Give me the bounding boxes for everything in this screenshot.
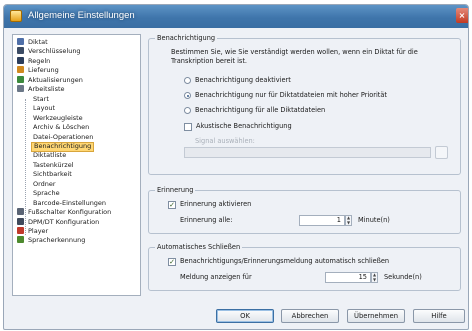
rules-icon bbox=[17, 56, 24, 64]
tree-item-label: DPM/DT Konfiguration bbox=[28, 217, 100, 226]
tree-item-label: Diktatliste bbox=[33, 151, 67, 160]
help-button[interactable]: Hilfe bbox=[413, 309, 465, 323]
tree-item[interactable]: Spracherkennung bbox=[17, 236, 85, 245]
autoclose-duration-unit: Sekunde(n) bbox=[384, 273, 422, 281]
tree-item-label: Fußschalter Konfiguration bbox=[28, 208, 112, 217]
tree-item[interactable]: Arbeitsliste bbox=[17, 85, 65, 94]
tree-item[interactable]: DPM/DT Konfiguration bbox=[17, 217, 100, 227]
reminder-interval-input[interactable]: 1 bbox=[299, 215, 345, 226]
tree-item-label: Ordner bbox=[33, 179, 56, 188]
autoclose-duration-spinner[interactable]: ▲ ▼ bbox=[371, 272, 378, 283]
delivery-icon bbox=[17, 66, 24, 74]
dictation-icon bbox=[17, 38, 24, 45]
tree-item[interactable]: Ordner bbox=[33, 180, 56, 189]
title-bar[interactable]: Allgemeine Einstellungen × bbox=[4, 5, 468, 28]
reminder-enable-label: Erinnerung aktivieren bbox=[180, 200, 252, 208]
device-icon bbox=[17, 217, 24, 225]
tree-item[interactable]: Player bbox=[17, 227, 48, 236]
notification-intro-line1: Bestimmen Sie, wie Sie verständigt werde… bbox=[171, 48, 418, 56]
tree-item[interactable]: Start bbox=[33, 95, 49, 104]
tree-item-label: Sichtbarkeit bbox=[33, 170, 72, 179]
tree-item-label: Tastenkürzel bbox=[33, 160, 74, 169]
settings-panel: Benachrichtigung Bestimmen Sie, wie Sie … bbox=[148, 34, 463, 316]
settings-dialog: Allgemeine Einstellungen × Diktat Verschl… bbox=[3, 4, 469, 330]
tree-item[interactable]: Layout bbox=[33, 104, 55, 113]
acoustic-notification-checkbox[interactable] bbox=[184, 123, 192, 131]
tree-item-label: Player bbox=[28, 227, 49, 235]
app-icon bbox=[10, 10, 22, 22]
autoclose-duration-label: Meldung anzeigen für bbox=[180, 273, 252, 281]
reminder-interval-spinner[interactable]: ▲ ▼ bbox=[345, 215, 352, 226]
tree-item-label: Archiv & Löschen bbox=[33, 123, 90, 132]
option-all-label: Benachrichtigung für alle Diktatdateien bbox=[195, 106, 326, 114]
tree-item[interactable]: Sprache bbox=[33, 189, 60, 198]
autoclose-enable-checkbox[interactable]: ✓ bbox=[168, 258, 176, 266]
reminder-group-title: Erinnerung bbox=[155, 186, 196, 195]
reminder-interval-label: Erinnerung alle: bbox=[180, 216, 233, 224]
radio-notification-disabled[interactable] bbox=[184, 77, 191, 84]
settings-tree[interactable]: Diktat Verschlüsselung Regeln Lieferung Aktu… bbox=[12, 34, 141, 296]
reminder-group: Erinnerung ✓ Erinnerung aktivieren Erinn… bbox=[148, 186, 461, 234]
tree-item-label: Regeln bbox=[28, 56, 51, 65]
cancel-button[interactable]: Abbrechen bbox=[281, 309, 339, 323]
tree-item[interactable]: Archiv & Löschen bbox=[33, 123, 89, 132]
option-disabled-label: Benachrichtigung deaktiviert bbox=[195, 76, 291, 84]
notification-intro-line2: Transkription bereit ist. bbox=[171, 57, 248, 65]
tree-item[interactable]: Datei-Operationen bbox=[33, 133, 93, 142]
tree-item-label: Werkzeugleiste bbox=[33, 113, 83, 122]
tree-item[interactable]: Barcode-Einstellungen bbox=[33, 199, 106, 208]
tree-item[interactable]: Diktat bbox=[17, 38, 48, 47]
close-button[interactable]: × bbox=[456, 8, 468, 23]
worklist-icon bbox=[17, 85, 24, 93]
window-title: Allgemeine Einstellungen bbox=[28, 10, 135, 21]
signal-select-field[interactable] bbox=[184, 147, 431, 158]
player-icon bbox=[17, 227, 24, 234]
tree-item[interactable]: Regeln bbox=[17, 56, 51, 66]
signal-browse-button[interactable] bbox=[435, 146, 448, 159]
tree-item-label: Verschlüsselung bbox=[28, 47, 81, 56]
tree-item-label: Datei-Operationen bbox=[33, 132, 94, 141]
lock-icon bbox=[17, 47, 24, 55]
tree-item-label: Spracherkennung bbox=[28, 236, 86, 245]
speech-icon bbox=[17, 236, 24, 244]
signal-select-label: Signal auswählen: bbox=[195, 137, 255, 145]
autoclose-group-title: Automatisches Schließen bbox=[155, 243, 243, 252]
tree-item-label: Diktat bbox=[28, 38, 48, 46]
radio-notification-all[interactable] bbox=[184, 107, 191, 114]
tree-item[interactable]: Tastenkürzel bbox=[33, 161, 74, 170]
tree-item-label: Sprache bbox=[33, 189, 60, 198]
option-high-priority-label: Benachrichtigung nur für Diktatdateien m… bbox=[195, 91, 388, 99]
update-icon bbox=[17, 75, 24, 83]
tree-item-label: Aktualisierungen bbox=[28, 75, 83, 84]
reminder-interval-unit: Minute(n) bbox=[358, 216, 390, 224]
tree-item[interactable]: Sichtbarkeit bbox=[33, 170, 72, 179]
tree-item-label: Start bbox=[33, 94, 49, 103]
tree-item-label: Lieferung bbox=[28, 66, 59, 75]
footswitch-icon bbox=[17, 208, 24, 216]
tree-item[interactable]: Aktualisierungen bbox=[17, 75, 83, 85]
tree-item[interactable]: Verschlüsselung bbox=[17, 47, 81, 56]
apply-button[interactable]: Übernehmen bbox=[347, 309, 405, 323]
tree-item-label: Benachrichtigung bbox=[34, 141, 92, 150]
tree-item-label: Barcode-Einstellungen bbox=[33, 198, 107, 207]
tree-item[interactable]: Lieferung bbox=[17, 66, 59, 75]
dialog-body: Diktat Verschlüsselung Regeln Lieferung Aktu… bbox=[4, 28, 468, 329]
tree-item-label: Layout bbox=[33, 104, 56, 113]
tree-item-label: Arbeitsliste bbox=[28, 85, 65, 94]
notification-group-title: Benachrichtigung bbox=[155, 34, 218, 43]
tree-item[interactable]: Diktatliste bbox=[33, 151, 66, 160]
reminder-enable-checkbox[interactable]: ✓ bbox=[168, 201, 176, 209]
autoclose-enable-label: Benachrichtigungs/Erinnerungsmeldung aut… bbox=[180, 257, 390, 265]
acoustic-notification-label: Akustische Benachrichtigung bbox=[196, 122, 292, 130]
autoclose-duration-input[interactable]: 15 bbox=[325, 272, 371, 283]
radio-notification-high-priority[interactable] bbox=[184, 92, 191, 99]
tree-item[interactable]: Werkzeugleiste bbox=[33, 114, 83, 123]
ok-button[interactable]: OK bbox=[216, 309, 274, 323]
notification-group: Benachrichtigung Bestimmen Sie, wie Sie … bbox=[148, 34, 461, 175]
tree-item[interactable]: Fußschalter Konfiguration bbox=[17, 208, 111, 217]
autoclose-group: Automatisches Schließen ✓ Benachrichtigu… bbox=[148, 243, 461, 291]
